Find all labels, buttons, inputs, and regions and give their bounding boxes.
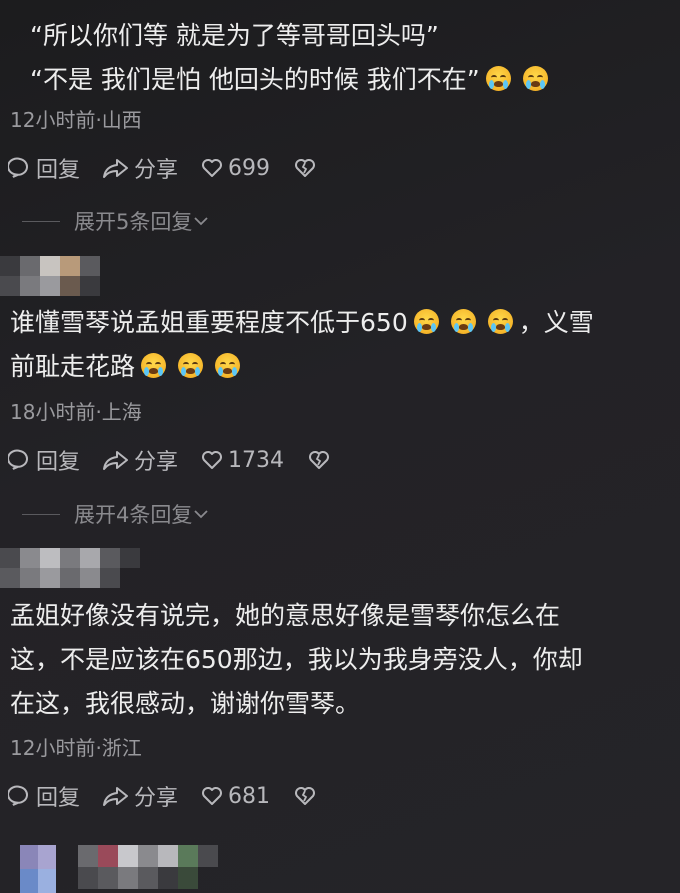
comment-3: 孟姐好像没有说完，她的意思好像是雪琴你怎么在 这，不是应该在650那边，我以为我…: [10, 594, 583, 726]
broken-heart-icon: [295, 159, 316, 177]
like-count: 1734: [228, 447, 285, 473]
like-count: 681: [228, 783, 271, 809]
chevron-down-icon: [194, 510, 209, 519]
broken-heart-icon: [309, 451, 330, 469]
avatar[interactable]: [20, 845, 56, 869]
loudly-crying-face-icon: [178, 353, 204, 378]
loudly-crying-face-icon: [215, 353, 241, 378]
chevron-down-icon: [194, 217, 209, 226]
share-arrow-icon: [103, 451, 129, 470]
comment-text: “所以你们等 就是为了等哥哥回头吗”: [30, 21, 439, 50]
reply-bubble-icon: [8, 785, 28, 806]
like-button[interactable]: 681: [200, 784, 270, 809]
username-blurred[interactable]: [0, 276, 100, 296]
comment-actions: 回复 分享 1734: [8, 444, 358, 476]
share-arrow-icon: [103, 787, 129, 806]
reply-button[interactable]: 回复: [8, 152, 80, 184]
dislike-button[interactable]: [306, 448, 336, 472]
expand-replies-button[interactable]: 展开5条回复: [22, 206, 210, 236]
expand-replies-button[interactable]: 展开4条回复: [22, 499, 210, 529]
comment-time-location: 12小时前·浙江: [10, 736, 142, 760]
comment-text: 前耻走花路: [10, 345, 594, 389]
avatar[interactable]: [0, 548, 140, 568]
share-button[interactable]: 分享: [102, 152, 178, 184]
dislike-button[interactable]: [292, 156, 322, 180]
comment-actions: 回复 分享 681: [8, 780, 344, 812]
username-blurred[interactable]: [78, 867, 198, 889]
reply-button[interactable]: 回复: [8, 780, 80, 812]
comment-1: “所以你们等 就是为了等哥哥回头吗” “不是 我们是怕 他回头的时候 我们不在”: [30, 14, 554, 102]
reply-bubble-icon: [8, 449, 28, 470]
loudly-crying-face-icon: [413, 309, 439, 334]
comment-text: 这，不是应该在650那边，我以为我身旁没人，你却: [10, 645, 583, 674]
share-button[interactable]: 分享: [102, 780, 178, 812]
broken-heart-icon: [295, 787, 316, 805]
username-blurred[interactable]: [78, 845, 218, 867]
username-blurred[interactable]: [0, 568, 120, 588]
comment-actions: 回复 分享 699: [8, 152, 344, 184]
comment-text: “不是 我们是怕 他回头的时候 我们不在”: [30, 58, 554, 102]
comment-text: 谁懂雪琴说孟姐重要程度不低于650 ，义雪: [10, 308, 594, 337]
loudly-crying-face-icon: [487, 309, 513, 334]
heart-icon: [202, 159, 223, 177]
comment-text: 在这，我很感动，谢谢你雪琴。: [10, 689, 361, 718]
heart-icon: [202, 451, 223, 469]
loudly-crying-face-icon: [485, 66, 511, 91]
comment-2: 谁懂雪琴说孟姐重要程度不低于650 ，义雪 前耻走花路: [10, 301, 594, 389]
comment-time-location: 18小时前·上海: [10, 400, 142, 424]
comment-text: 孟姐好像没有说完，她的意思好像是雪琴你怎么在: [10, 601, 561, 630]
share-button[interactable]: 分享: [102, 444, 178, 476]
comment-time-location: 12小时前·山西: [10, 108, 142, 132]
loudly-crying-face-icon: [522, 66, 548, 91]
loudly-crying-face-icon: [450, 309, 476, 334]
share-arrow-icon: [103, 159, 129, 178]
reply-button[interactable]: 回复: [8, 444, 80, 476]
reply-bubble-icon: [8, 157, 28, 178]
like-count: 699: [228, 155, 271, 181]
loudly-crying-face-icon: [141, 353, 167, 378]
heart-icon: [202, 787, 223, 805]
dislike-button[interactable]: [292, 784, 322, 808]
like-button[interactable]: 1734: [200, 448, 284, 473]
like-button[interactable]: 699: [200, 156, 270, 181]
avatar[interactable]: [0, 256, 100, 276]
avatar[interactable]: [20, 869, 56, 893]
